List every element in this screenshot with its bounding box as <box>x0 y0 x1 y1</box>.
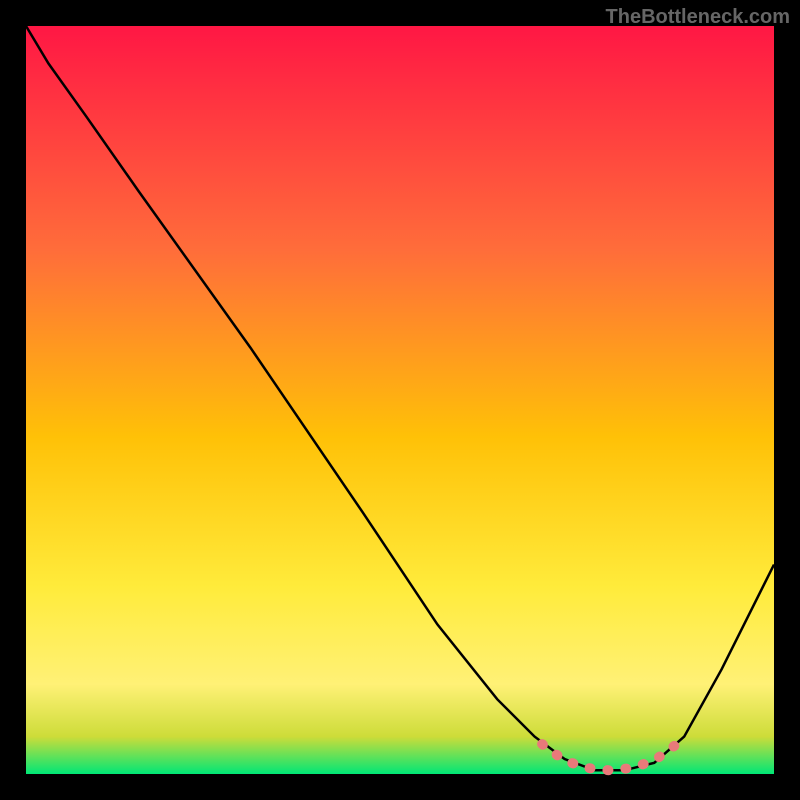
chart-container: TheBottleneck.com <box>0 0 800 800</box>
bottleneck-chart <box>0 0 800 800</box>
gradient-background <box>26 26 774 774</box>
watermark-text: TheBottleneck.com <box>606 6 790 29</box>
